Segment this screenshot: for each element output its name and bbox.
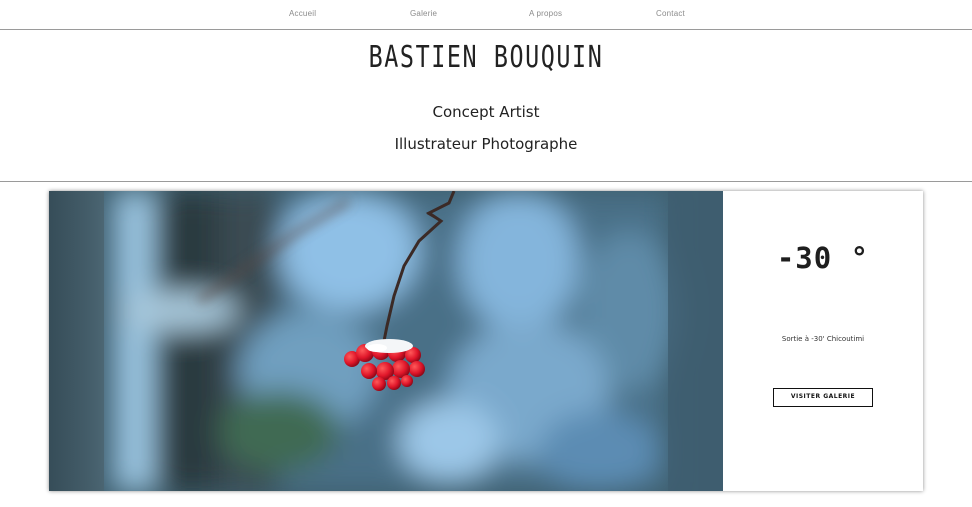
subtitle-concept-artist: Concept Artist bbox=[432, 103, 540, 121]
nav-link-contact[interactable]: Contact bbox=[656, 9, 685, 18]
feature-info-panel: -30 ° Sortie à -30' Chicoutimi VISITER G… bbox=[723, 191, 923, 491]
nav-link-a-propos[interactable]: A propos bbox=[529, 9, 562, 18]
top-navigation: Accueil Galerie A propos Contact bbox=[0, 0, 972, 30]
feature-caption: Sortie à -30' Chicoutimi bbox=[781, 335, 865, 343]
nav-link-galerie[interactable]: Galerie bbox=[410, 9, 437, 18]
subtitle-illustrateur-photographe: Illustrateur Photographe bbox=[394, 135, 578, 153]
featured-photo[interactable] bbox=[49, 191, 723, 491]
site-header: BASTIEN BOUQUIN Concept Artist Illustrat… bbox=[0, 30, 972, 182]
frozen-berries-image bbox=[49, 191, 723, 491]
site-title: BASTIEN BOUQUIN bbox=[368, 40, 604, 75]
nav-link-accueil[interactable]: Accueil bbox=[289, 9, 316, 18]
featured-gallery-card: -30 ° Sortie à -30' Chicoutimi VISITER G… bbox=[49, 191, 923, 491]
visit-gallery-button[interactable]: VISITER GALERIE bbox=[773, 388, 873, 407]
temperature-heading: -30 ° bbox=[776, 241, 870, 275]
